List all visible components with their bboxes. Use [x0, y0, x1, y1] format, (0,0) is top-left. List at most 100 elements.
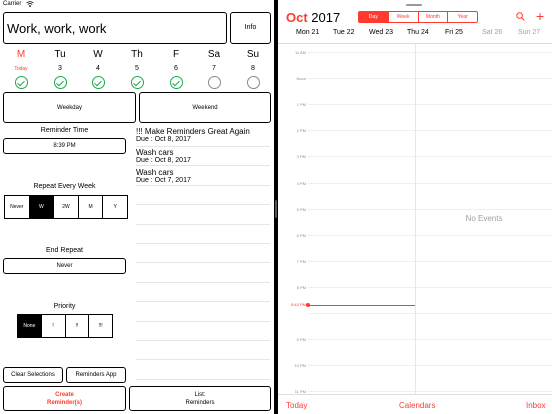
hour-label: 8 PM: [296, 284, 306, 290]
split-view-handle[interactable]: [275, 200, 277, 218]
day-letter: Th: [131, 49, 143, 60]
today-tab[interactable]: Today: [286, 401, 307, 410]
calendars-tab[interactable]: Calendars: [399, 401, 435, 410]
week-day[interactable]: Sat 26: [482, 29, 502, 36]
end-repeat-button[interactable]: Never: [3, 258, 126, 274]
priority-option[interactable]: !!!: [89, 315, 112, 337]
view-option-month[interactable]: Month: [419, 12, 449, 22]
priority-label: Priority: [53, 303, 76, 310]
reminder-item[interactable]: !!! Make Reminders Great Again Due : Oct …: [136, 127, 270, 144]
hour-line: [308, 286, 552, 288]
day-column[interactable]: M Today: [4, 49, 38, 89]
hour-line: [308, 104, 552, 106]
day-letter: Su: [246, 49, 260, 60]
check-circle-icon[interactable]: [130, 76, 144, 89]
check-circle-icon[interactable]: [53, 76, 67, 89]
hour-line: [308, 78, 552, 80]
priority-option[interactable]: !: [42, 315, 66, 337]
day-letter: F: [172, 49, 180, 60]
day-column[interactable]: Tu 3: [43, 49, 77, 89]
hour-label: 1 PM: [296, 102, 306, 108]
hour-label: 2 PM: [296, 128, 306, 134]
search-icon[interactable]: [516, 12, 525, 21]
view-option-week[interactable]: Week: [389, 12, 419, 22]
day-letter: Sa: [207, 49, 221, 60]
view-segmented-control: Day Week Month Year: [358, 11, 478, 23]
end-repeat-label: End Repeat: [46, 247, 83, 254]
week-day[interactable]: Fri 25: [445, 29, 463, 36]
day-column[interactable]: Sa 7: [197, 49, 231, 89]
hour-line: [308, 339, 552, 341]
hour-label: 6 PM: [296, 232, 306, 238]
weekend-button[interactable]: Weekend: [139, 92, 271, 123]
list-separator: [136, 204, 270, 206]
priority-option[interactable]: None: [18, 315, 42, 337]
day-letter: W: [93, 49, 103, 60]
repeat-option[interactable]: Never: [5, 196, 30, 218]
day-number: 4: [96, 65, 100, 72]
priority-option[interactable]: !!: [66, 315, 90, 337]
day-column[interactable]: F6: [159, 49, 193, 89]
app-grabber[interactable]: [406, 4, 422, 6]
day-column[interactable]: W4: [81, 49, 115, 89]
create-reminders-button[interactable]: Create Reminder(s): [3, 386, 126, 411]
repeat-label: Repeat Every Week: [33, 183, 96, 190]
day-letter: Tu: [54, 49, 66, 60]
reminder-time-button[interactable]: 8:39 PM: [3, 138, 126, 154]
hour-line: [308, 313, 552, 314]
inbox-tab[interactable]: Inbox: [526, 401, 546, 410]
week-day[interactable]: Thu 24: [407, 29, 429, 36]
view-option-year[interactable]: Year: [448, 12, 477, 22]
day-column[interactable]: Su 8: [236, 49, 270, 89]
hour-line: [308, 52, 552, 53]
hour-line: [308, 234, 552, 236]
list-separator: [136, 281, 270, 283]
calendar-year: 2017: [311, 10, 341, 25]
reminder-due-date: Due : Oct 8, 2017: [136, 136, 191, 143]
day-number: 8: [251, 65, 255, 72]
view-option-day[interactable]: Day: [359, 12, 389, 22]
reminder-title: Wash cars: [136, 148, 174, 157]
reminder-item[interactable]: Wash cars Due : Oct 8, 2017: [136, 148, 270, 165]
reminder-due-date: Due : Oct 7, 2017: [136, 177, 191, 184]
check-circle-icon[interactable]: [14, 76, 28, 89]
weekday-button[interactable]: Weekday: [3, 92, 136, 123]
list-separator: [136, 165, 270, 167]
empty-circle-icon[interactable]: [246, 76, 260, 89]
reminder-title: !!! Make Reminders Great Again: [136, 127, 250, 136]
repeat-option[interactable]: M: [79, 196, 104, 218]
list-separator: [136, 301, 270, 303]
info-button[interactable]: Info: [230, 12, 271, 44]
current-time-label: 8:43 PM: [291, 302, 306, 307]
list-picker-button[interactable]: List: Reminders: [129, 386, 271, 411]
week-day[interactable]: Sun 27: [518, 29, 540, 36]
day-letter: M: [16, 49, 26, 60]
reminder-due-date: Due : Oct 8, 2017: [136, 157, 191, 164]
reminders-app-button[interactable]: Reminders App: [66, 367, 126, 383]
repeat-option[interactable]: W: [29, 196, 55, 218]
reminder-time-label: Reminder Time: [40, 127, 89, 134]
hour-label: Noon: [296, 76, 306, 82]
add-event-icon[interactable]: +: [536, 9, 544, 23]
hour-label: 5 PM: [296, 206, 306, 212]
empty-circle-icon[interactable]: [207, 76, 221, 89]
calendar-app: Oct 2017 Day Week Month Year + Mon 21 Tue 22…: [278, 0, 552, 414]
day-number: 3: [58, 65, 62, 72]
repeat-option[interactable]: Y: [103, 196, 127, 218]
day-column[interactable]: Th 5: [120, 49, 154, 89]
week-day[interactable]: Tue 22: [333, 29, 355, 36]
wifi-icon: [26, 1, 34, 7]
reminder-item[interactable]: Wash cars Due : Oct 7, 2017: [136, 168, 270, 185]
check-circle-icon[interactable]: [91, 76, 105, 89]
check-circle-icon[interactable]: [169, 76, 183, 89]
week-day[interactable]: Wed 23: [369, 29, 393, 36]
list-separator: [136, 340, 270, 341]
carrier-label: Carrier: [3, 1, 22, 7]
clear-selections-button[interactable]: Clear Selections: [3, 367, 63, 383]
hour-label: 10 PM: [294, 363, 306, 369]
day-number: 5: [135, 65, 139, 72]
week-day[interactable]: Mon 21: [296, 29, 319, 36]
no-events-label: No Events: [465, 214, 503, 223]
title-input[interactable]: Work, work, work: [3, 12, 227, 44]
repeat-option[interactable]: 2W: [54, 196, 79, 218]
